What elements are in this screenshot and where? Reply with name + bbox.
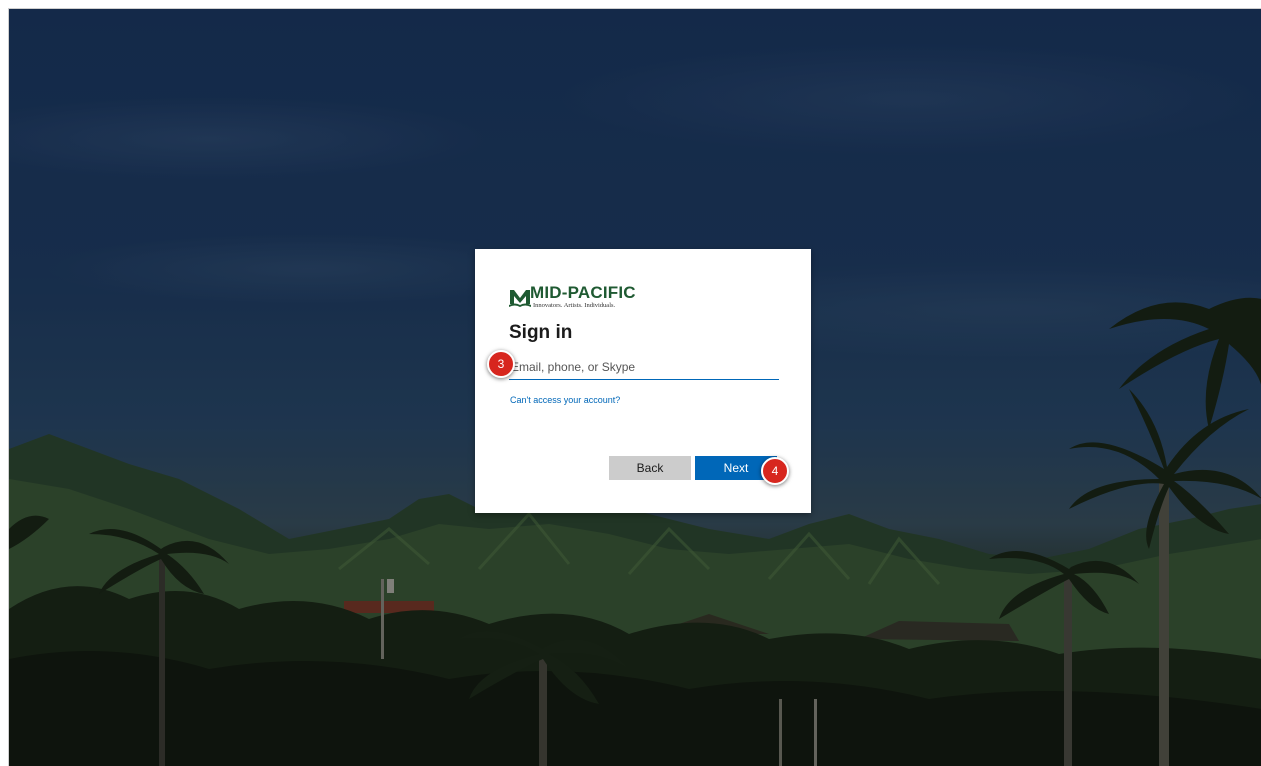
- brand-logo: MID-PACIFIC Innovators. Artists. Individ…: [509, 283, 709, 309]
- brand-tagline: Innovators. Artists. Individuals.: [533, 302, 616, 309]
- cant-access-account-link[interactable]: Can't access your account?: [510, 395, 620, 405]
- page-title: Sign in: [509, 322, 573, 343]
- mid-pacific-logo-icon: [509, 290, 531, 307]
- back-button[interactable]: Back: [609, 456, 691, 480]
- step-badge-next: 4: [761, 457, 789, 485]
- brand-name: MID-PACIFIC: [530, 283, 636, 302]
- email-field[interactable]: [509, 355, 779, 380]
- step-badge-email: 3: [487, 350, 515, 378]
